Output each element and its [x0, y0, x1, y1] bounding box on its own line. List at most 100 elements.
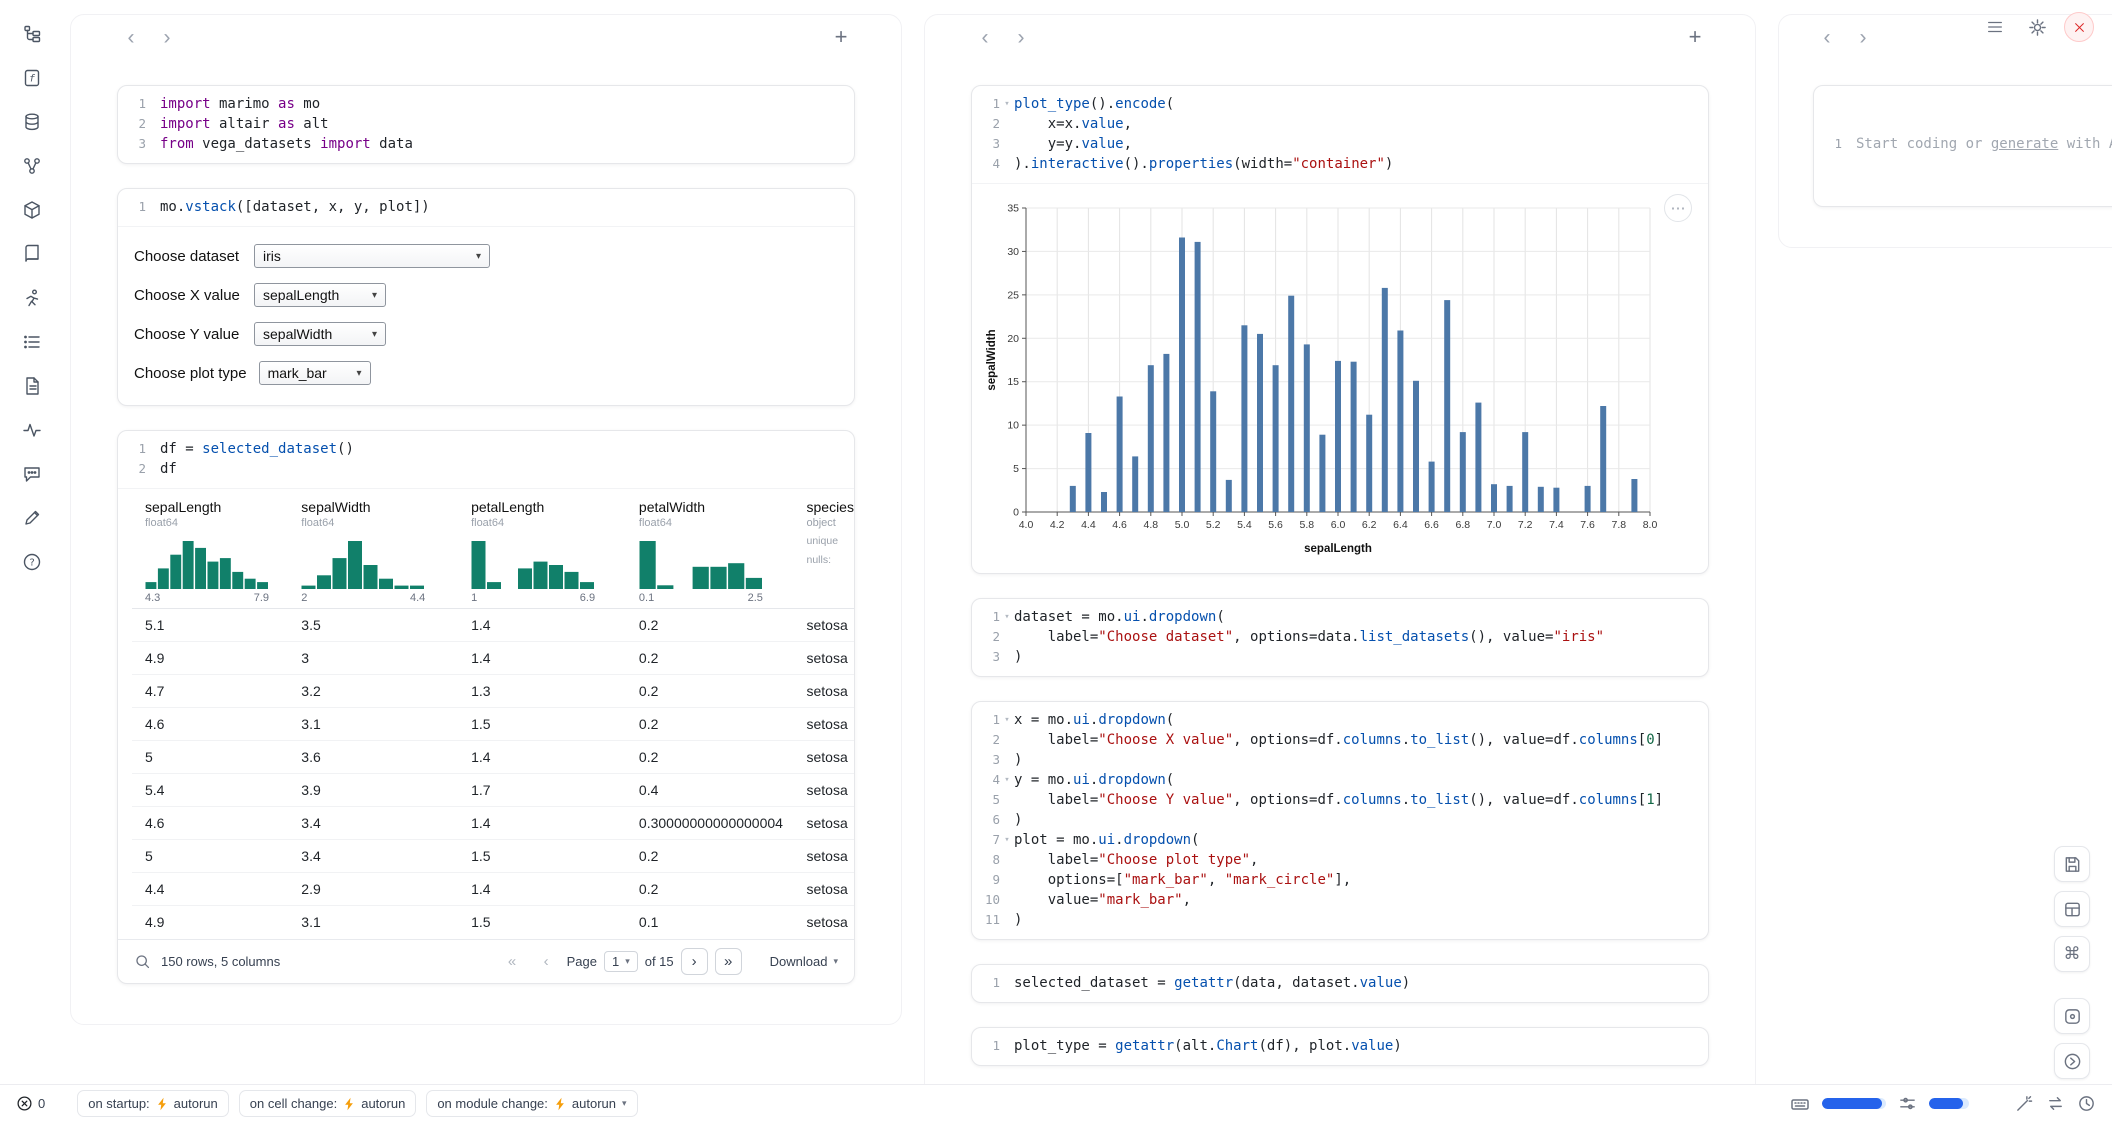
column-header-petalWidth[interactable]: petalWidthfloat640.12.5 [626, 489, 794, 609]
file-explorer-button[interactable] [14, 20, 50, 48]
sliders-icon[interactable] [1898, 1094, 1917, 1113]
table-row[interactable]: 53.61.40.2setosa [132, 741, 854, 774]
runtime-button[interactable] [14, 284, 50, 312]
logs-button[interactable] [14, 328, 50, 356]
code-line[interactable]: 3) [978, 647, 1694, 667]
fold-icon[interactable]: ▾ [1000, 830, 1014, 850]
column-left-button[interactable]: ‹ [1813, 23, 1841, 51]
help-button[interactable]: ? [14, 548, 50, 576]
code-line[interactable]: 1▾x = mo.ui.dropdown( [978, 710, 1694, 730]
column-right-button[interactable]: › [1007, 23, 1035, 51]
column-left-button[interactable]: ‹ [971, 23, 999, 51]
swap-icon[interactable] [2046, 1094, 2065, 1113]
column-header-petalLength[interactable]: petalLengthfloat6416.9 [458, 489, 626, 609]
y-select[interactable]: sepalWidth▾ [254, 322, 386, 346]
run-button[interactable] [2054, 1043, 2090, 1079]
code-line[interactable]: 2 x=x.value, [978, 114, 1694, 134]
code-line[interactable]: 3) [978, 750, 1694, 770]
code-line[interactable]: 5 label="Choose Y value", options=df.col… [978, 790, 1694, 810]
app-view-button[interactable] [2054, 891, 2090, 927]
code-editor[interactable]: 1import marimo as mo2import altair as al… [118, 86, 854, 163]
settings-button[interactable] [2022, 12, 2052, 42]
x-select[interactable]: sepalLength▾ [254, 283, 386, 307]
chat-button[interactable] [14, 460, 50, 488]
code-line[interactable]: 2 label="Choose dataset", options=data.l… [978, 627, 1694, 647]
column-header-sepalWidth[interactable]: sepalWidthfloat6424.4 [288, 489, 458, 609]
code-editor[interactable]: 1mo.vstack([dataset, x, y, plot]) [118, 189, 854, 226]
fold-icon[interactable]: ▾ [1000, 770, 1014, 790]
code-line[interactable]: 8 label="Choose plot type", [978, 850, 1694, 870]
code-line[interactable]: 4▾y = mo.ui.dropdown( [978, 770, 1694, 790]
generate-with-ai-link[interactable]: generate [1991, 136, 2058, 152]
code-editor[interactable]: 1▾dataset = mo.ui.dropdown(2 label="Choo… [972, 599, 1708, 676]
shutdown-button[interactable] [2064, 12, 2094, 42]
first-page-button[interactable]: « [499, 948, 526, 975]
fold-icon[interactable]: ▾ [1000, 710, 1014, 730]
table-row[interactable]: 5.43.91.70.4setosa [132, 774, 854, 807]
documentation-button[interactable] [14, 372, 50, 400]
code-line[interactable]: 7▾plot = mo.ui.dropdown( [978, 830, 1694, 850]
table-row[interactable]: 4.63.11.50.2setosa [132, 708, 854, 741]
code-line[interactable]: 2import altair as alt [124, 114, 840, 134]
code-line[interactable]: 10 value="mark_bar", [978, 890, 1694, 910]
code-editor[interactable]: 1▾x = mo.ui.dropdown(2 label="Choose X v… [972, 702, 1708, 939]
keyboard-icon[interactable] [1790, 1094, 1810, 1114]
tracing-button[interactable] [14, 416, 50, 444]
code-line[interactable]: 11) [978, 910, 1694, 930]
packages-button[interactable] [14, 196, 50, 224]
code-line[interactable]: 1df = selected_dataset() [124, 439, 840, 459]
vega-bar-chart[interactable]: 4.04.24.44.64.85.05.25.45.65.86.06.26.46… [982, 196, 1658, 558]
dataset-select[interactable]: iris▾ [254, 244, 490, 268]
cpu-meter[interactable] [1929, 1098, 1969, 1109]
magic-wand-icon[interactable] [2015, 1094, 2034, 1113]
code-editor[interactable]: 1df = selected_dataset()2df [118, 431, 854, 488]
code-editor[interactable]: 1 Start coding or generate with AI [1814, 86, 2112, 203]
minimap-button[interactable] [2054, 998, 2090, 1034]
code-line[interactable]: 4).interactive().properties(width="conta… [978, 154, 1694, 174]
code-line[interactable]: 1▾plot_type().encode( [978, 94, 1694, 114]
code-line[interactable]: 1mo.vstack([dataset, x, y, plot]) [124, 197, 840, 217]
code-editor[interactable]: 1plot_type = getattr(alt.Chart(df), plot… [972, 1028, 1708, 1065]
code-line[interactable]: 1selected_dataset = getattr(data, datase… [978, 973, 1694, 993]
last-page-button[interactable]: » [715, 948, 742, 975]
keyboard-shortcuts-button[interactable]: ⌘ [2054, 936, 2090, 972]
menu-button[interactable] [1980, 12, 2010, 42]
error-indicator[interactable]: 0 [16, 1095, 45, 1112]
column-left-button[interactable]: ‹ [117, 23, 145, 51]
code-line[interactable]: 1import marimo as mo [124, 94, 840, 114]
code-line[interactable]: 3from vega_datasets import data [124, 134, 840, 154]
fold-icon[interactable]: ▾ [1000, 94, 1014, 114]
table-row[interactable]: 4.42.91.40.2setosa [132, 873, 854, 906]
code-line[interactable]: 9 options=["mark_bar", "mark_circle"], [978, 870, 1694, 890]
code-line[interactable]: 6) [978, 810, 1694, 830]
table-row[interactable]: 5.13.51.40.2setosa [132, 609, 854, 642]
chart-actions-button[interactable]: ⋯ [1664, 194, 1692, 222]
marimo-file-button[interactable]: f [14, 64, 50, 92]
table-row[interactable]: 4.73.21.30.2setosa [132, 675, 854, 708]
history-icon[interactable] [2077, 1094, 2096, 1113]
column-header-sepalLength[interactable]: sepalLengthfloat644.37.9 [132, 489, 288, 609]
table-row[interactable]: 4.931.40.2setosa [132, 642, 854, 675]
fold-icon[interactable]: ▾ [1000, 607, 1014, 627]
scratchpad-button[interactable] [14, 504, 50, 532]
notebook-outline-button[interactable] [14, 240, 50, 268]
code-line[interactable]: 2df [124, 459, 840, 479]
next-page-button[interactable]: › [681, 948, 708, 975]
code-editor[interactable]: 1selected_dataset = getattr(data, datase… [972, 965, 1708, 1002]
code-line[interactable]: 2 label="Choose X value", options=df.col… [978, 730, 1694, 750]
save-button[interactable] [2054, 846, 2090, 882]
table-search-button[interactable] [134, 953, 151, 970]
on-cell-change-chip[interactable]: on cell change: autorun [239, 1090, 417, 1117]
memory-meter[interactable] [1822, 1098, 1886, 1109]
table-row[interactable]: 53.41.50.2setosa [132, 840, 854, 873]
dependency-graph-button[interactable] [14, 152, 50, 180]
code-line[interactable]: 1▾dataset = mo.ui.dropdown( [978, 607, 1694, 627]
code-line[interactable]: 1plot_type = getattr(alt.Chart(df), plot… [978, 1036, 1694, 1056]
prev-page-button[interactable]: ‹ [533, 948, 560, 975]
column-header-species[interactable]: speciesobjectuniquenulls: [794, 489, 855, 609]
on-module-change-chip[interactable]: on module change: autorun ▾ [426, 1090, 637, 1117]
code-line[interactable]: 3 y=y.value, [978, 134, 1694, 154]
plot-type-select[interactable]: mark_bar▾ [259, 361, 371, 385]
data-sources-button[interactable] [14, 108, 50, 136]
download-button[interactable]: Download▾ [770, 954, 838, 969]
